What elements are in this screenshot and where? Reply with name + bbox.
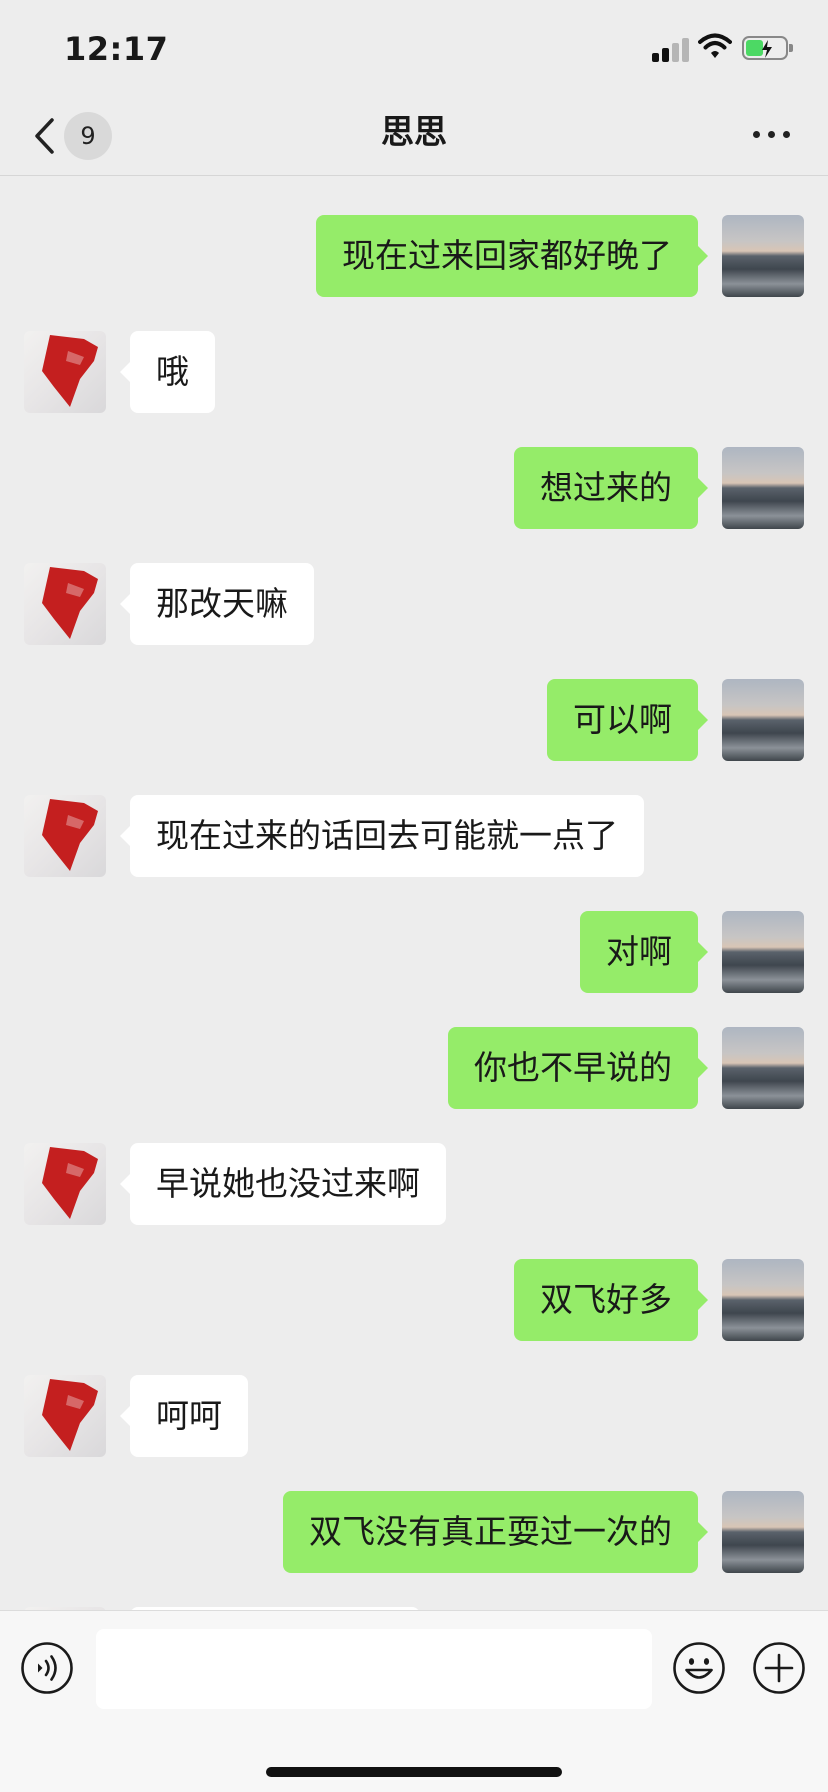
contact-avatar[interactable] bbox=[24, 1375, 106, 1457]
message-row: 早说她也没过来啊 bbox=[0, 1143, 828, 1225]
message-row: 哦 bbox=[0, 331, 828, 413]
message-bubble-received[interactable]: 现在过来的话回去可能就一点了 bbox=[120, 795, 644, 877]
message-row: 现在过来回家都好晚了 bbox=[0, 215, 828, 297]
message-row: 那改天嘛 bbox=[0, 563, 828, 645]
message-row: 想过来的 bbox=[0, 447, 828, 529]
battery-icon bbox=[742, 36, 793, 60]
self-avatar[interactable] bbox=[722, 1491, 804, 1573]
self-avatar[interactable] bbox=[722, 447, 804, 529]
message-row: 可以啊 bbox=[0, 679, 828, 761]
cellular-signal-icon bbox=[652, 38, 690, 62]
message-bubble-sent[interactable]: 双飞好多 bbox=[514, 1259, 708, 1341]
self-avatar[interactable] bbox=[722, 1259, 804, 1341]
message-bubble-sent[interactable]: 对啊 bbox=[580, 911, 708, 993]
message-row: 双飞好多 bbox=[0, 1259, 828, 1341]
self-avatar[interactable] bbox=[722, 215, 804, 297]
message-row: 双飞没有真正耍过一次的 bbox=[0, 1491, 828, 1573]
wifi-icon bbox=[698, 33, 732, 58]
message-row: 呵呵 bbox=[0, 1375, 828, 1457]
message-bubble-received[interactable]: 哦 bbox=[120, 331, 215, 413]
message-row: 对啊 bbox=[0, 911, 828, 993]
input-bar bbox=[0, 1610, 828, 1792]
message-bubble-sent[interactable]: 想过来的 bbox=[514, 447, 708, 529]
status-bar: 12:17 bbox=[0, 0, 828, 100]
self-avatar[interactable] bbox=[722, 679, 804, 761]
unread-count-badge: 9 bbox=[64, 112, 112, 160]
message-row: 现在过来的话回去可能就一点了 bbox=[0, 795, 828, 877]
emoji-icon[interactable] bbox=[672, 1641, 726, 1695]
message-input[interactable] bbox=[96, 1629, 652, 1709]
message-bubble-sent[interactable]: 现在过来回家都好晚了 bbox=[316, 215, 708, 297]
message-list[interactable]: 现在过来回家都好晚了 哦 想过来的 那改天嘛 可以啊 现在过来的话回去可能就一点… bbox=[0, 176, 828, 1610]
contact-avatar[interactable] bbox=[24, 795, 106, 877]
message-bubble-sent[interactable]: 双飞没有真正耍过一次的 bbox=[283, 1491, 708, 1573]
self-avatar[interactable] bbox=[722, 911, 804, 993]
back-button[interactable]: 9 bbox=[26, 110, 126, 162]
more-options-button[interactable] bbox=[744, 110, 800, 156]
message-bubble-received[interactable]: 那改天嘛 bbox=[120, 563, 314, 645]
chat-header: 思思 9 bbox=[0, 100, 828, 176]
chevron-left-icon bbox=[35, 118, 54, 154]
message-bubble-sent[interactable]: 你也不早说的 bbox=[448, 1027, 708, 1109]
message-bubble-received[interactable]: 呵呵 bbox=[120, 1375, 248, 1457]
contact-avatar[interactable] bbox=[24, 1143, 106, 1225]
voice-icon[interactable] bbox=[20, 1641, 74, 1695]
message-row: 你也不早说的 bbox=[0, 1027, 828, 1109]
self-avatar[interactable] bbox=[722, 1027, 804, 1109]
contact-avatar[interactable] bbox=[24, 331, 106, 413]
plus-icon[interactable] bbox=[752, 1641, 806, 1695]
status-time: 12:17 bbox=[64, 30, 169, 68]
contact-avatar[interactable] bbox=[24, 563, 106, 645]
message-bubble-sent[interactable]: 可以啊 bbox=[547, 679, 708, 761]
message-bubble-received[interactable]: 早说她也没过来啊 bbox=[120, 1143, 446, 1225]
home-indicator[interactable] bbox=[266, 1767, 562, 1777]
more-dots-icon bbox=[753, 131, 760, 138]
